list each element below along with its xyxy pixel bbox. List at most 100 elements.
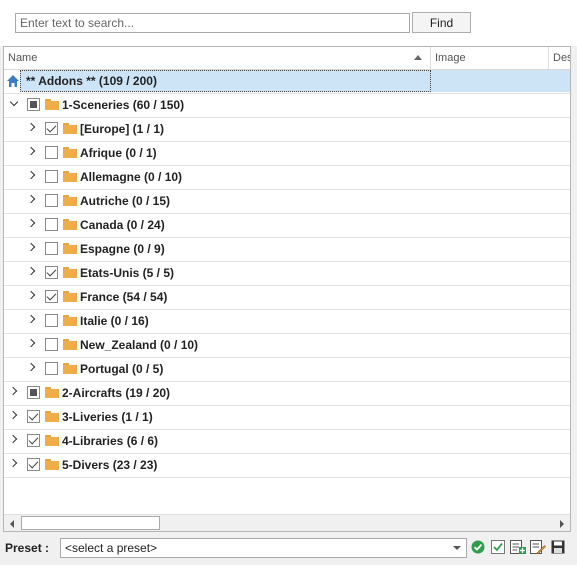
- tree-row[interactable]: France (54 / 54): [4, 286, 570, 310]
- checkbox[interactable]: [27, 434, 40, 447]
- checkbox[interactable]: [27, 458, 40, 471]
- tree-row[interactable]: 4-Libraries (6 / 6): [4, 430, 570, 454]
- folder-icon: [63, 363, 77, 374]
- image-cell: [431, 94, 570, 116]
- column-name[interactable]: Name: [4, 47, 431, 69]
- tree-rows: ** Addons ** (109 / 200) 1-Sceneries (60 …: [4, 70, 570, 478]
- tree-row[interactable]: 2-Aircrafts (19 / 20): [4, 382, 570, 406]
- chevron-right-icon[interactable]: [26, 170, 36, 180]
- tree-row[interactable]: Allemagne (0 / 10): [4, 166, 570, 190]
- checkbox[interactable]: [45, 362, 58, 375]
- column-description[interactable]: Des: [549, 47, 571, 69]
- folder-icon: [63, 339, 77, 350]
- folder-icon: [63, 291, 77, 302]
- folder-icon: [63, 243, 77, 254]
- chevron-right-icon[interactable]: [26, 242, 36, 252]
- tree-row[interactable]: 1-Sceneries (60 / 150): [4, 94, 570, 118]
- scroll-right-button[interactable]: [554, 516, 570, 530]
- tree-item-label: Espagne (0 / 9): [80, 242, 165, 256]
- folder-icon: [63, 219, 77, 230]
- tree-item-label: Allemagne (0 / 10): [80, 170, 183, 184]
- chevron-right-icon[interactable]: [26, 290, 36, 300]
- chevron-right-icon[interactable]: [26, 314, 36, 324]
- tree-row[interactable]: Portugal (0 / 5): [4, 358, 570, 382]
- tree-row[interactable]: 5-Divers (23 / 23): [4, 454, 570, 478]
- chevron-right-icon[interactable]: [26, 266, 36, 276]
- add-preset-icon[interactable]: [510, 540, 526, 554]
- chevron-down-icon[interactable]: [9, 97, 19, 107]
- tree-row[interactable]: Espagne (0 / 9): [4, 238, 570, 262]
- folder-icon: [63, 123, 77, 134]
- checkbox[interactable]: [45, 122, 58, 135]
- preset-select[interactable]: <select a preset>: [60, 538, 467, 558]
- chevron-right-icon[interactable]: [8, 410, 18, 420]
- image-cell: [431, 118, 570, 140]
- tree-row[interactable]: Etats-Unis (5 / 5): [4, 262, 570, 286]
- horizontal-scrollbar[interactable]: [4, 514, 570, 531]
- scroll-left-button[interactable]: [4, 516, 20, 530]
- tree-row[interactable]: Canada (0 / 24): [4, 214, 570, 238]
- tree-item-label: 4-Libraries (6 / 6): [62, 434, 159, 448]
- image-cell: [431, 406, 570, 428]
- tree-root-row[interactable]: ** Addons ** (109 / 200): [4, 70, 570, 94]
- image-cell: [431, 358, 570, 380]
- tree-row[interactable]: [Europe] (1 / 1): [4, 118, 570, 142]
- tree-row[interactable]: Autriche (0 / 15): [4, 190, 570, 214]
- tree-item-label: Canada (0 / 24): [80, 218, 165, 232]
- tree-row[interactable]: Afrique (0 / 1): [4, 142, 570, 166]
- chevron-right-icon[interactable]: [26, 122, 36, 132]
- chevron-right-icon[interactable]: [8, 458, 18, 468]
- status-strip: [0, 565, 577, 575]
- apply-icon[interactable]: [471, 540, 485, 554]
- checkbox[interactable]: [27, 386, 40, 399]
- checkbox[interactable]: [45, 338, 58, 351]
- tree-row[interactable]: Italie (0 / 16): [4, 310, 570, 334]
- tree-item-label: Etats-Unis (5 / 5): [80, 266, 175, 280]
- preset-bar: Preset : <select a preset>: [0, 536, 577, 560]
- folder-icon: [45, 435, 59, 446]
- checkbox[interactable]: [27, 98, 40, 111]
- search-input[interactable]: [15, 13, 410, 33]
- search-bar: Find: [0, 0, 577, 46]
- checkbox[interactable]: [45, 194, 58, 207]
- preset-value: <select a preset>: [65, 541, 158, 555]
- chevron-right-icon[interactable]: [8, 434, 18, 444]
- find-button[interactable]: Find: [412, 12, 471, 33]
- check-all-icon[interactable]: [491, 540, 505, 554]
- chevron-right-icon[interactable]: [26, 338, 36, 348]
- checkbox[interactable]: [45, 266, 58, 279]
- edit-preset-icon[interactable]: [530, 540, 546, 554]
- checkbox[interactable]: [45, 146, 58, 159]
- column-description-label: Des: [553, 52, 571, 64]
- scroll-thumb[interactable]: [21, 516, 160, 530]
- chevron-right-icon[interactable]: [8, 386, 18, 396]
- image-cell: [431, 334, 570, 356]
- chevron-right-icon[interactable]: [26, 194, 36, 204]
- chevron-right-icon[interactable]: [26, 146, 36, 156]
- checkbox[interactable]: [45, 170, 58, 183]
- tree-row[interactable]: New_Zealand (0 / 10): [4, 334, 570, 358]
- folder-icon: [63, 171, 77, 182]
- image-cell: [431, 238, 570, 260]
- tree-item-label: New_Zealand (0 / 10): [80, 338, 199, 352]
- chevron-right-icon[interactable]: [26, 362, 36, 372]
- folder-icon: [63, 315, 77, 326]
- image-cell: [431, 262, 570, 284]
- image-cell: [431, 454, 570, 476]
- image-cell: [431, 310, 570, 332]
- folder-icon: [63, 195, 77, 206]
- checkbox[interactable]: [45, 290, 58, 303]
- chevron-right-icon[interactable]: [26, 218, 36, 228]
- checkbox[interactable]: [27, 410, 40, 423]
- column-image[interactable]: Image: [431, 47, 549, 69]
- tree-item-label: Autriche (0 / 15): [80, 194, 171, 208]
- checkbox[interactable]: [45, 242, 58, 255]
- tree-row[interactable]: 3-Liveries (1 / 1): [4, 406, 570, 430]
- save-icon[interactable]: [551, 540, 565, 554]
- image-cell: [431, 142, 570, 164]
- tree-item-label: Italie (0 / 16): [80, 314, 149, 328]
- checkbox[interactable]: [45, 218, 58, 231]
- checkbox[interactable]: [45, 314, 58, 327]
- folder-icon: [45, 411, 59, 422]
- image-cell: [431, 166, 570, 188]
